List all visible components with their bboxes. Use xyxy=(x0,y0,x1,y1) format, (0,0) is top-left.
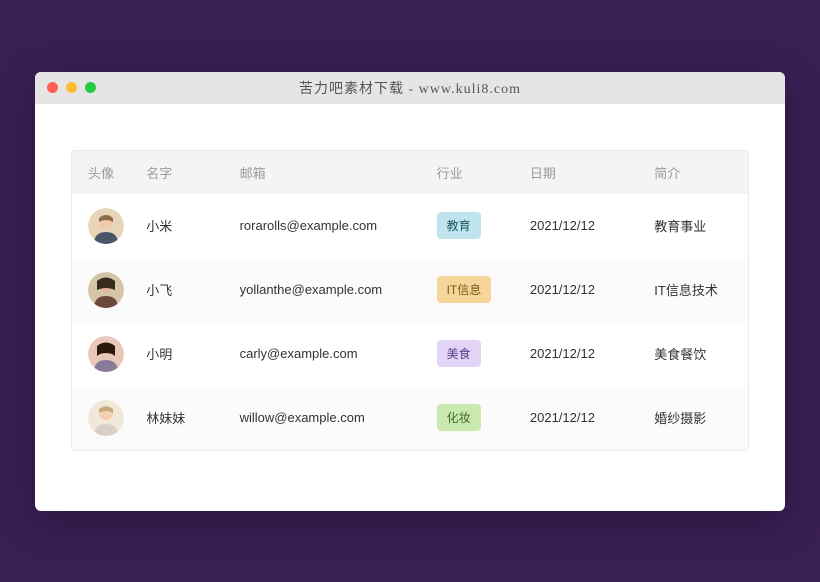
cell-avatar xyxy=(72,386,136,450)
table-row[interactable]: 林妹妹 willow@example.com 化妆 2021/12/12 婚纱摄… xyxy=(72,386,748,450)
content-area: 头像 名字 邮箱 行业 日期 简介 xyxy=(35,104,785,511)
industry-badge: 美食 xyxy=(437,340,481,367)
close-icon[interactable] xyxy=(47,82,58,93)
cell-date: 2021/12/12 xyxy=(520,258,644,322)
cell-industry: IT信息 xyxy=(427,258,520,322)
minimize-icon[interactable] xyxy=(66,82,77,93)
titlebar: 苦力吧素材下载 - www.kuli8.com xyxy=(35,72,785,104)
avatar xyxy=(88,272,124,308)
header-intro: 简介 xyxy=(644,151,748,194)
table-row[interactable]: 小飞 yollanthe@example.com IT信息 2021/12/12… xyxy=(72,258,748,322)
header-industry: 行业 xyxy=(427,151,520,194)
cell-industry: 美食 xyxy=(427,322,520,386)
cell-intro: 美食餐饮 xyxy=(644,322,748,386)
traffic-lights xyxy=(47,82,96,93)
cell-email: carly@example.com xyxy=(230,322,427,386)
window-title: 苦力吧素材下载 - www.kuli8.com xyxy=(35,78,785,98)
header-avatar: 头像 xyxy=(72,151,136,194)
industry-badge: 教育 xyxy=(437,212,481,239)
cell-name: 小明 xyxy=(136,322,229,386)
cell-email: yollanthe@example.com xyxy=(230,258,427,322)
header-date: 日期 xyxy=(520,151,644,194)
industry-badge: IT信息 xyxy=(437,276,492,303)
cell-date: 2021/12/12 xyxy=(520,322,644,386)
cell-avatar xyxy=(72,322,136,386)
cell-name: 小米 xyxy=(136,194,229,258)
table-card: 头像 名字 邮箱 行业 日期 简介 xyxy=(71,150,749,451)
cell-industry: 化妆 xyxy=(427,386,520,450)
avatar xyxy=(88,336,124,372)
cell-avatar xyxy=(72,194,136,258)
cell-email: willow@example.com xyxy=(230,386,427,450)
cell-name: 林妹妹 xyxy=(136,386,229,450)
cell-date: 2021/12/12 xyxy=(520,386,644,450)
table-header-row: 头像 名字 邮箱 行业 日期 简介 xyxy=(72,151,748,194)
table-row[interactable]: 小米 rorarolls@example.com 教育 2021/12/12 教… xyxy=(72,194,748,258)
cell-intro: 教育事业 xyxy=(644,194,748,258)
cell-email: rorarolls@example.com xyxy=(230,194,427,258)
cell-intro: 婚纱摄影 xyxy=(644,386,748,450)
table-row[interactable]: 小明 carly@example.com 美食 2021/12/12 美食餐饮 xyxy=(72,322,748,386)
cell-intro: IT信息技术 xyxy=(644,258,748,322)
avatar xyxy=(88,208,124,244)
browser-window: 苦力吧素材下载 - www.kuli8.com 头像 名字 邮箱 行业 日期 简… xyxy=(35,72,785,511)
header-email: 邮箱 xyxy=(230,151,427,194)
cell-avatar xyxy=(72,258,136,322)
cell-date: 2021/12/12 xyxy=(520,194,644,258)
avatar xyxy=(88,400,124,436)
cell-name: 小飞 xyxy=(136,258,229,322)
cell-industry: 教育 xyxy=(427,194,520,258)
header-name: 名字 xyxy=(136,151,229,194)
data-table: 头像 名字 邮箱 行业 日期 简介 xyxy=(72,151,748,450)
maximize-icon[interactable] xyxy=(85,82,96,93)
industry-badge: 化妆 xyxy=(437,404,481,431)
